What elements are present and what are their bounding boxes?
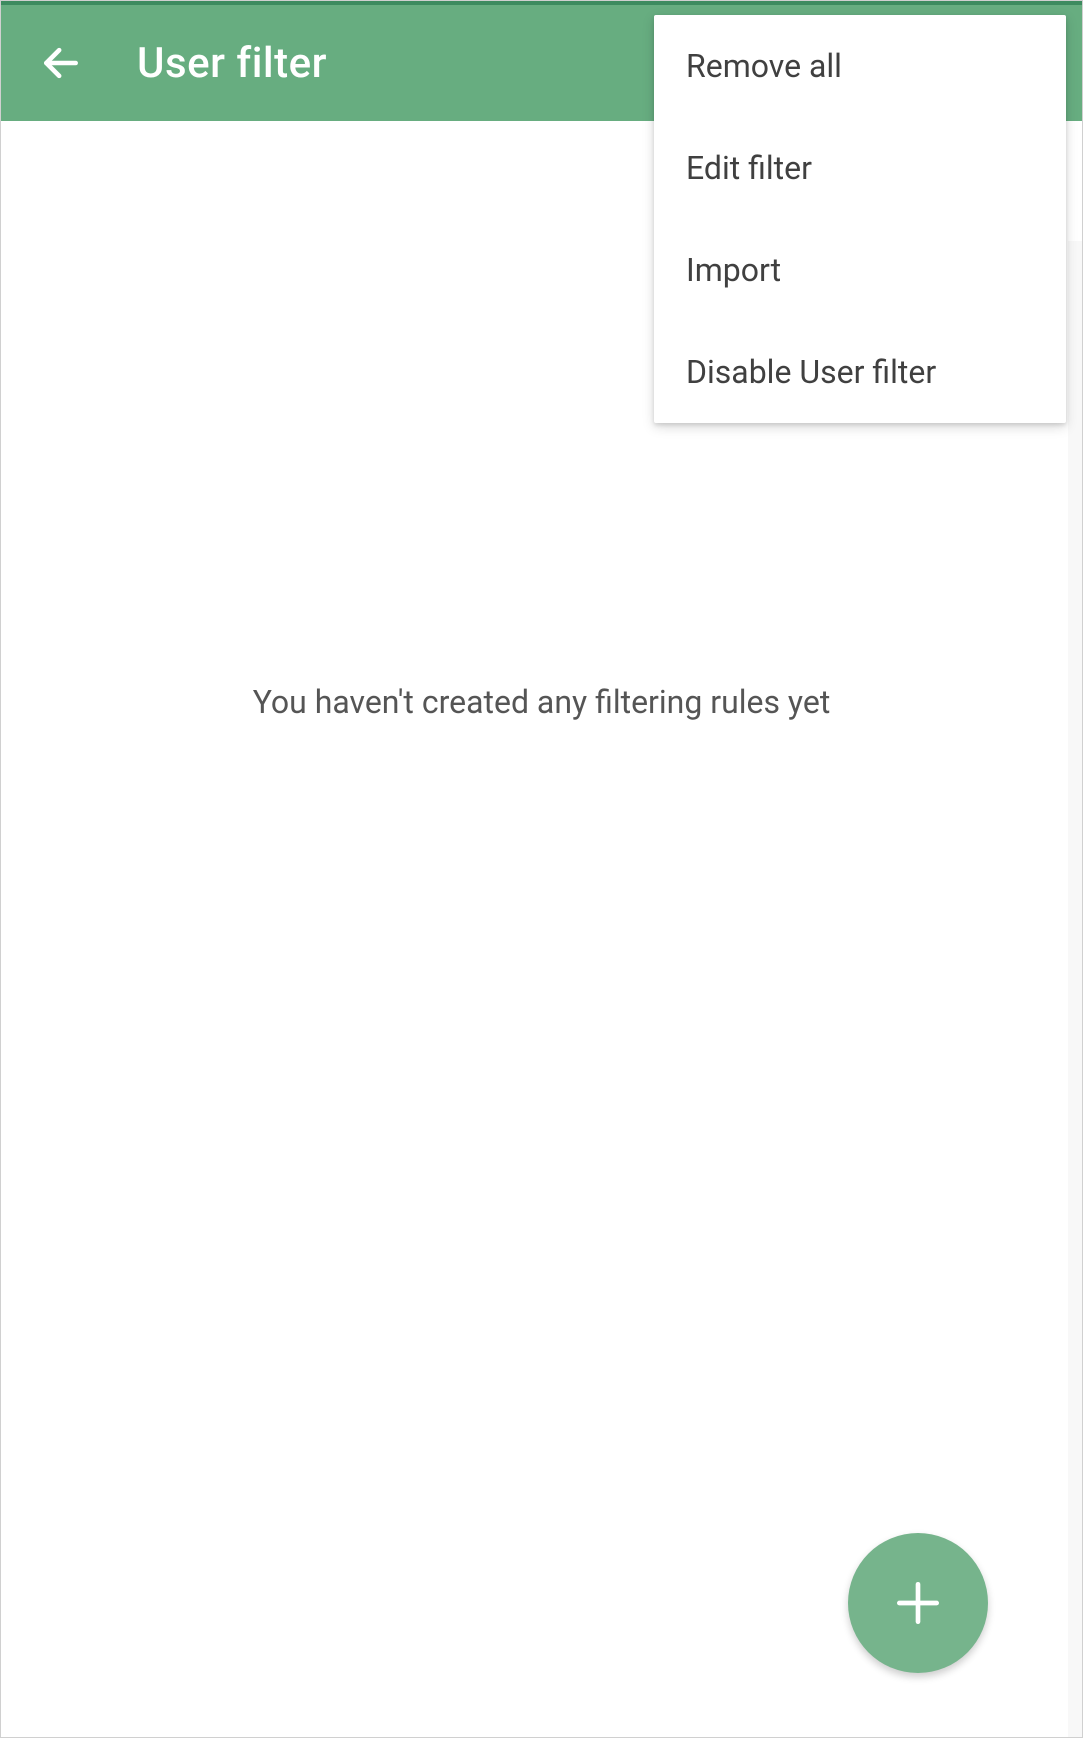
arrow-left-icon xyxy=(39,41,83,85)
plus-icon xyxy=(890,1575,946,1631)
menu-item-import[interactable]: Import xyxy=(654,219,1066,321)
app-screen: User filter You haven't created any filt… xyxy=(0,0,1083,1738)
menu-item-label: Import xyxy=(686,251,781,289)
back-button[interactable] xyxy=(33,35,89,91)
menu-item-remove-all[interactable]: Remove all xyxy=(654,15,1066,117)
menu-item-label: Disable User filter xyxy=(686,353,936,391)
menu-item-edit-filter[interactable]: Edit filter xyxy=(654,117,1066,219)
menu-item-label: Remove all xyxy=(686,47,842,85)
menu-item-disable-user-filter[interactable]: Disable User filter xyxy=(654,321,1066,423)
scroll-edge xyxy=(1068,241,1082,1737)
overflow-menu: Remove all Edit filter Import Disable Us… xyxy=(654,15,1066,423)
menu-item-label: Edit filter xyxy=(686,149,812,187)
empty-state-message: You haven't created any filtering rules … xyxy=(253,683,831,721)
add-rule-button[interactable] xyxy=(848,1533,988,1673)
page-title: User filter xyxy=(137,39,327,88)
